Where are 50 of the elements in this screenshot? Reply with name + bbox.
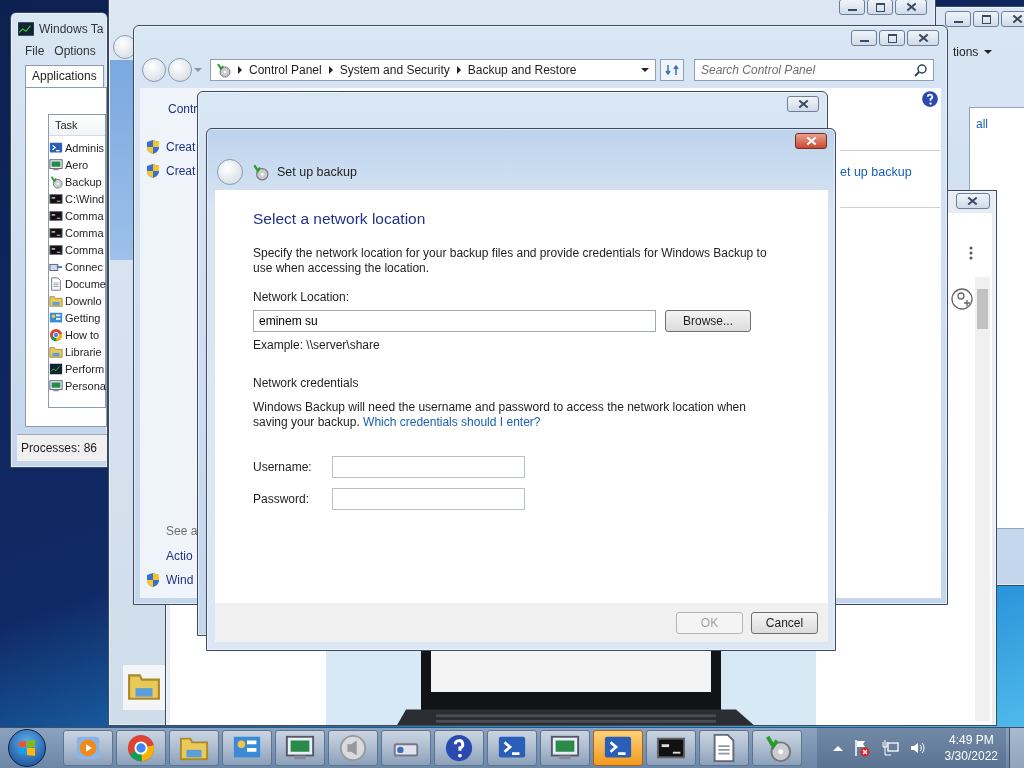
task-name[interactable]: Backup — [65, 175, 102, 188]
field-label: Password: — [253, 492, 311, 506]
address-bar[interactable]: Control Panel System and Security Backup and Restore — [210, 59, 656, 81]
page-heading: Select a network location — [253, 210, 426, 228]
search-field[interactable]: Search Control Panel — [694, 59, 934, 81]
menu-item[interactable]: tions — [953, 45, 979, 59]
task-name[interactable]: Docume — [65, 277, 106, 290]
task-name[interactable]: Adminis — [65, 141, 105, 154]
status-text: Processes: 86 — [21, 441, 98, 455]
location-field[interactable]: eminem su — [253, 310, 656, 332]
breadcrumb-item[interactable]: Control Panel — [249, 63, 322, 77]
description: Specify the network location for your backup files and provide credentials for Windows Backup to use when accessing the location. — [253, 246, 768, 276]
breadcrumb-item[interactable]: Backup and Restore — [467, 63, 577, 77]
field-label: Network Location: — [253, 290, 350, 304]
task-name[interactable]: Librarie — [65, 345, 102, 358]
sidebar-link[interactable]: Actio — [166, 549, 193, 563]
sidebar-link[interactable]: Creat — [166, 164, 196, 178]
task-name[interactable]: Perform — [65, 362, 105, 375]
task-name[interactable]: Downlo — [65, 294, 102, 307]
credentials-note: Windows Backup will need the username and password to access the network location when saving your backup. Which credentials should I enter? — [253, 400, 747, 430]
sidebar-link[interactable]: Contr — [168, 102, 198, 116]
setup-link[interactable]: et up backup — [840, 165, 912, 179]
example-text: Example: \\server\share — [253, 338, 380, 352]
menu-item[interactable]: Options — [54, 44, 96, 58]
breadcrumb-item[interactable]: System and Security — [339, 63, 450, 77]
menu-item[interactable]: File — [25, 44, 45, 58]
sidebar-link[interactable]: Creat — [166, 140, 196, 154]
dialog-title: Set up backup — [277, 165, 357, 179]
field-label: Username: — [253, 460, 313, 474]
window-title: Windows Ta — [39, 22, 104, 36]
task-name[interactable]: How to — [65, 328, 100, 341]
section-heading: See a — [166, 524, 198, 538]
section-heading: Network credentials — [253, 376, 359, 390]
task-name[interactable]: Persona — [65, 379, 106, 392]
task-name[interactable]: C:\Wind — [65, 192, 105, 205]
clock-date: 3/30/2022 — [944, 748, 998, 764]
task-name[interactable]: Comma — [65, 243, 104, 256]
clock-time: 4:49 PM — [948, 732, 994, 748]
task-name[interactable]: Comma — [65, 209, 104, 222]
sidebar-link[interactable]: Wind — [166, 573, 194, 587]
show-all-link[interactable]: all — [976, 117, 988, 131]
task-name[interactable]: Aero — [65, 158, 89, 171]
task-name[interactable]: Comma — [65, 226, 104, 239]
browse-button[interactable]: Browse... — [665, 310, 751, 332]
task-name[interactable]: Connec — [65, 260, 103, 273]
help-link[interactable]: Which credentials should I enter? — [363, 415, 541, 429]
clock[interactable]: 4:49 PM 3/30/2022 — [936, 732, 1006, 764]
tab[interactable]: Applications — [25, 65, 104, 88]
task-name[interactable]: Getting — [65, 311, 101, 324]
dialog-button[interactable]: Cancel — [751, 611, 818, 634]
